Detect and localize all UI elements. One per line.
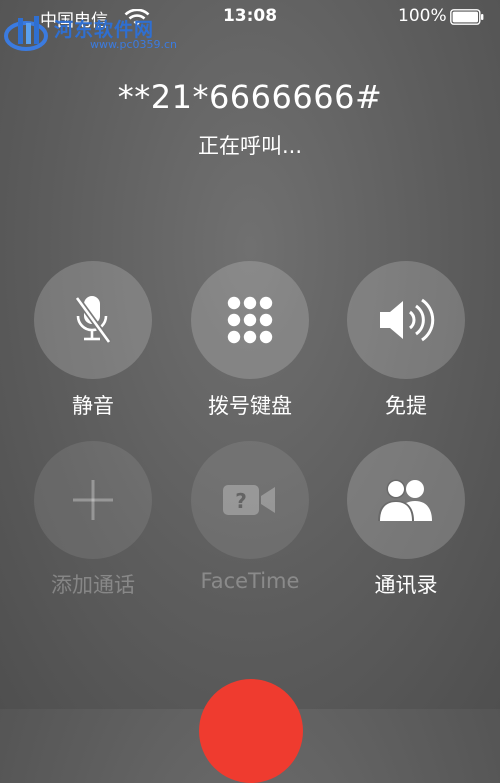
dialed-number: **21*6666666# (117, 78, 383, 116)
keypad-icon (227, 296, 273, 344)
speaker-label: 免提 (385, 394, 427, 418)
call-status: 正在呼叫... (197, 134, 303, 158)
battery-icon (450, 9, 484, 25)
mute-button[interactable] (34, 261, 152, 379)
facetime-button: ? (191, 441, 309, 559)
add-call-label: 添加通话 (51, 573, 135, 597)
keypad-label: 拨号键盘 (208, 394, 292, 418)
speaker-icon (380, 298, 435, 342)
plus-icon (73, 480, 113, 520)
watermark-url: www.pc0359.cn (90, 38, 178, 51)
watermark: 河东软件网 www.pc0359.cn (4, 12, 178, 52)
mute-label: 静音 (72, 394, 114, 418)
speaker-button[interactable] (347, 261, 465, 379)
contacts-icon (378, 479, 432, 521)
battery-percent: 100% (398, 6, 447, 26)
contacts-button[interactable] (347, 441, 465, 559)
facetime-icon: ? (223, 485, 275, 515)
microphone-muted-icon (74, 296, 112, 344)
contacts-label: 通讯录 (374, 573, 438, 597)
end-call-button[interactable] (199, 679, 303, 783)
svg-text:?: ? (235, 489, 247, 513)
keypad-button[interactable] (191, 261, 309, 379)
watermark-logo (4, 16, 48, 51)
facetime-label: FaceTime (200, 569, 300, 593)
add-call-button (34, 441, 152, 559)
